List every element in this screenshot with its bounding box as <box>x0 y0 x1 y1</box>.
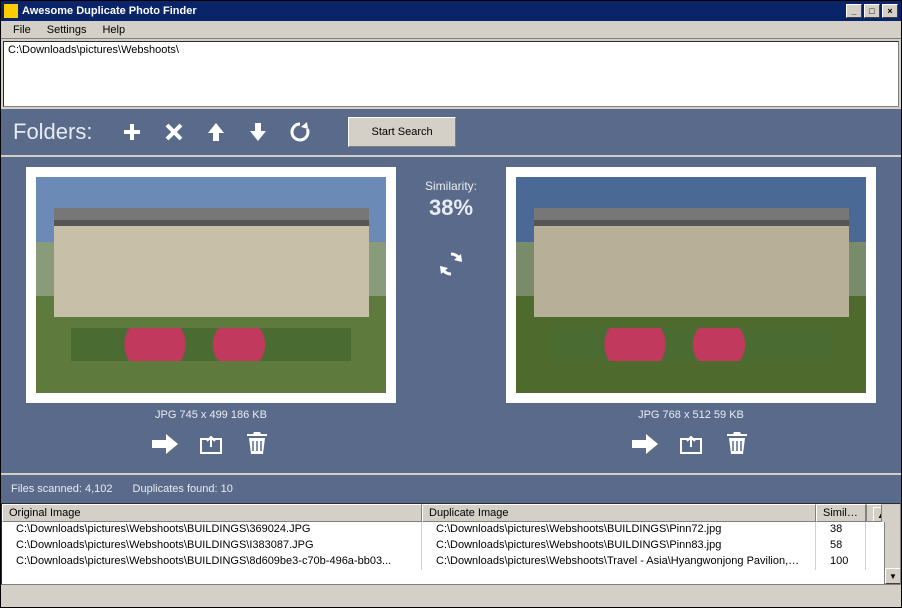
vertical-scrollbar[interactable]: ▼ <box>884 522 900 584</box>
menu-bar: File Settings Help <box>1 21 901 39</box>
move-right-icon[interactable] <box>632 431 658 457</box>
duplicates-found-label: Duplicates found: <box>133 483 218 495</box>
delete-icon[interactable] <box>724 431 750 457</box>
minimize-button[interactable]: _ <box>846 4 862 18</box>
cell-duplicate: C:\Downloads\pictures\Webshoots\BUILDING… <box>422 522 816 538</box>
left-photo-frame[interactable] <box>26 167 396 403</box>
folder-path-item[interactable]: C:\Downloads\pictures\Webshoots\ <box>8 44 894 56</box>
scroll-header: ▲ <box>866 504 882 522</box>
app-icon <box>4 4 18 18</box>
refresh-icon[interactable] <box>288 120 312 144</box>
move-right-icon[interactable] <box>152 431 178 457</box>
menu-settings[interactable]: Settings <box>39 22 95 38</box>
title-bar: Awesome Duplicate Photo Finder _ □ × <box>1 1 901 21</box>
add-folder-icon[interactable] <box>120 120 144 144</box>
folders-toolbar: Folders: Start Search <box>1 109 901 155</box>
move-down-icon[interactable] <box>246 120 270 144</box>
right-photo-actions <box>632 431 750 457</box>
window-controls: _ □ × <box>846 4 898 18</box>
table-body: C:\Downloads\pictures\Webshoots\BUILDING… <box>2 522 900 584</box>
cell-similarity: 38 <box>816 522 866 538</box>
left-photo-image <box>36 177 386 393</box>
cell-duplicate: C:\Downloads\pictures\Webshoots\Travel -… <box>422 554 816 570</box>
move-up-icon[interactable] <box>204 120 228 144</box>
scroll-up-button[interactable]: ▲ <box>873 507 882 522</box>
right-photo-panel: JPG 768 x 512 59 KB <box>491 167 891 463</box>
cell-similarity: 100 <box>816 554 866 570</box>
duplicates-found-value: 10 <box>221 483 233 495</box>
cell-original: C:\Downloads\pictures\Webshoots\BUILDING… <box>2 522 422 538</box>
cell-original: C:\Downloads\pictures\Webshoots\BUILDING… <box>2 538 422 554</box>
comparison-area: JPG 745 x 499 186 KB Similarity: 38% JPG… <box>1 155 901 473</box>
scroll-down-button[interactable]: ▼ <box>885 568 900 584</box>
similarity-value: 38% <box>429 195 473 221</box>
files-scanned: Files scanned: 4,102 <box>11 483 113 495</box>
left-photo-info: JPG 745 x 499 186 KB <box>155 409 267 421</box>
open-folder-icon[interactable] <box>678 431 704 457</box>
close-button[interactable]: × <box>882 4 898 18</box>
delete-icon[interactable] <box>244 431 270 457</box>
similarity-panel: Similarity: 38% <box>411 167 491 463</box>
folders-label: Folders: <box>13 119 92 145</box>
left-photo-panel: JPG 745 x 499 186 KB <box>11 167 411 463</box>
right-photo-frame[interactable] <box>506 167 876 403</box>
files-scanned-value: 4,102 <box>85 483 113 495</box>
header-similarity[interactable]: Similarity <box>816 504 866 522</box>
window-title: Awesome Duplicate Photo Finder <box>22 5 846 17</box>
folder-path-list[interactable]: C:\Downloads\pictures\Webshoots\ <box>3 41 899 107</box>
right-photo-image <box>516 177 866 393</box>
header-duplicate[interactable]: Duplicate Image <box>422 504 816 522</box>
menu-help[interactable]: Help <box>94 22 133 38</box>
right-photo-info: JPG 768 x 512 59 KB <box>638 409 744 421</box>
header-original[interactable]: Original Image <box>2 504 422 522</box>
cell-duplicate: C:\Downloads\pictures\Webshoots\BUILDING… <box>422 538 816 554</box>
remove-folder-icon[interactable] <box>162 120 186 144</box>
duplicates-found: Duplicates found: 10 <box>133 483 233 495</box>
cell-original: C:\Downloads\pictures\Webshoots\BUILDING… <box>2 554 422 570</box>
table-row[interactable]: C:\Downloads\pictures\Webshoots\BUILDING… <box>2 554 900 570</box>
left-photo-actions <box>152 431 270 457</box>
maximize-button[interactable]: □ <box>864 4 880 18</box>
results-table: Original Image Duplicate Image Similarit… <box>1 503 901 585</box>
table-row[interactable]: C:\Downloads\pictures\Webshoots\BUILDING… <box>2 538 900 554</box>
similarity-label: Similarity: <box>425 179 477 193</box>
status-bar: Files scanned: 4,102 Duplicates found: 1… <box>1 473 901 503</box>
menu-file[interactable]: File <box>5 22 39 38</box>
table-header: Original Image Duplicate Image Similarit… <box>2 504 900 522</box>
table-row[interactable]: C:\Downloads\pictures\Webshoots\BUILDING… <box>2 522 900 538</box>
files-scanned-label: Files scanned: <box>11 483 82 495</box>
swap-icon[interactable] <box>436 249 466 279</box>
start-search-button[interactable]: Start Search <box>348 117 455 147</box>
open-folder-icon[interactable] <box>198 431 224 457</box>
cell-similarity: 58 <box>816 538 866 554</box>
